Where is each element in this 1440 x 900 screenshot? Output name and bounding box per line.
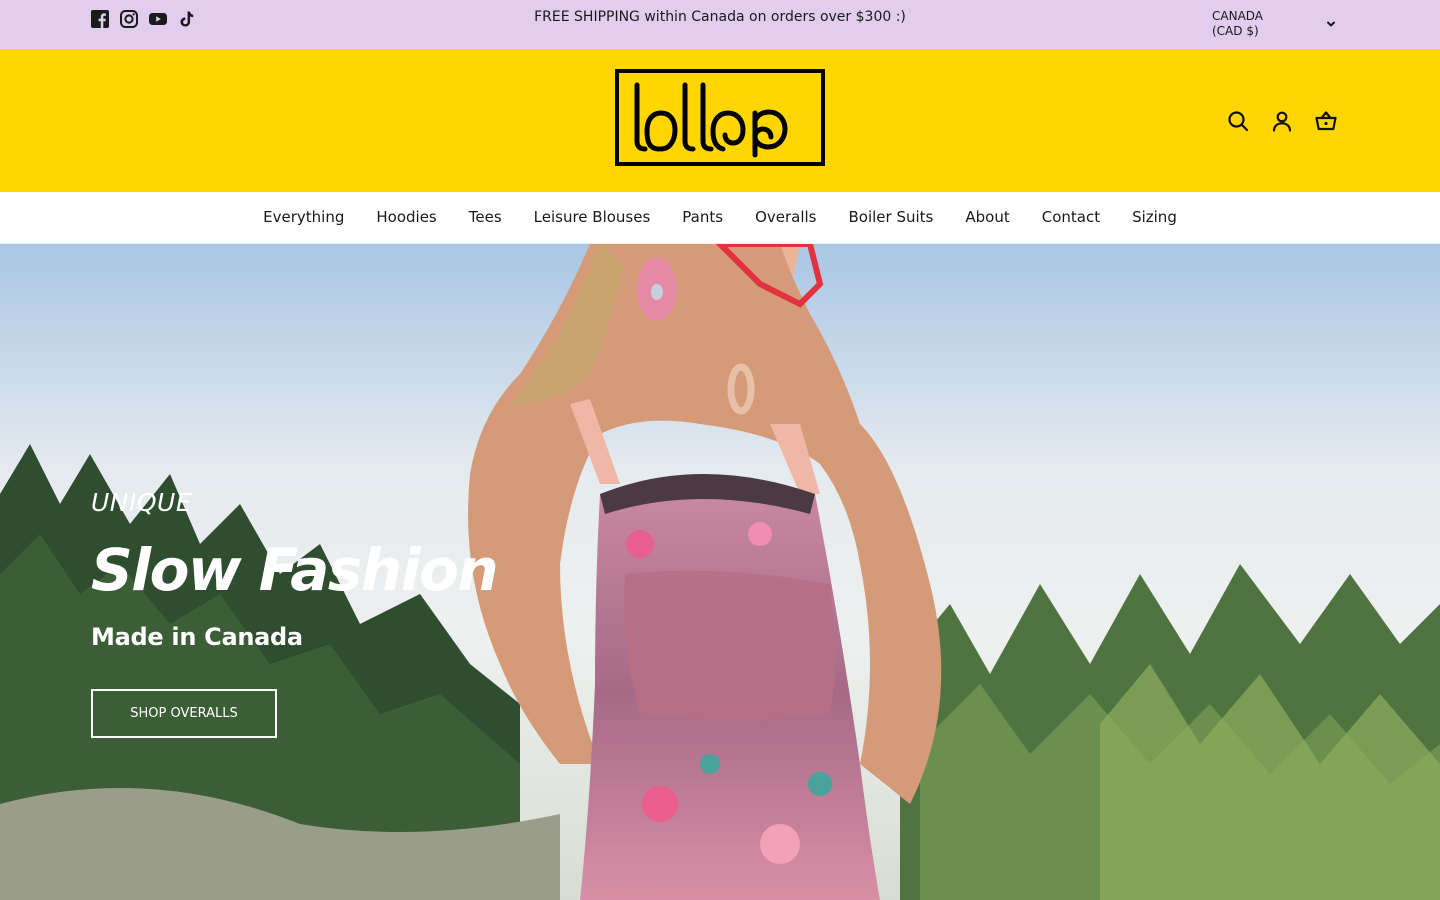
nav-item-leisure-blouses[interactable]: Leisure Blouses <box>534 208 651 226</box>
nav-item-contact[interactable]: Contact <box>1042 208 1100 226</box>
hero-eyebrow: UNIQUE <box>91 488 193 517</box>
cart-icon[interactable] <box>1314 109 1338 133</box>
currency-country: CANADA <box>1212 9 1264 23</box>
main-nav: Everything Hoodies Tees Leisure Blouses … <box>0 192 1440 244</box>
site-header <box>0 49 1440 192</box>
lollop-logo[interactable] <box>615 69 825 166</box>
nav-item-sizing[interactable]: Sizing <box>1132 208 1177 226</box>
nav-item-about[interactable]: About <box>965 208 1009 226</box>
hero-content: UNIQUE Slow Fashion Made in Canada SHOP … <box>91 488 499 738</box>
currency-code: (CAD $) <box>1212 24 1259 38</box>
account-icon[interactable] <box>1270 109 1294 133</box>
shop-overalls-button[interactable]: SHOP OVERALLS <box>91 689 277 738</box>
nav-item-overalls[interactable]: Overalls <box>755 208 816 226</box>
currency-selector[interactable]: CANADA (CAD $) <box>1212 9 1338 41</box>
nav-item-hoodies[interactable]: Hoodies <box>376 208 436 226</box>
nav-item-pants[interactable]: Pants <box>682 208 723 226</box>
hero-subhead: Made in Canada <box>91 623 303 651</box>
nav-item-boiler-suits[interactable]: Boiler Suits <box>849 208 934 226</box>
hero-banner: UNIQUE Slow Fashion Made in Canada SHOP … <box>0 244 1440 900</box>
hero-headline: Slow Fashion <box>91 536 499 604</box>
nav-item-tees[interactable]: Tees <box>469 208 502 226</box>
header-icons <box>1226 109 1338 133</box>
search-icon[interactable] <box>1226 109 1250 133</box>
chevron-down-icon <box>1327 21 1335 27</box>
announcement-bar: FREE SHIPPING within Canada on orders ov… <box>0 0 1440 49</box>
nav-item-everything[interactable]: Everything <box>263 208 344 226</box>
